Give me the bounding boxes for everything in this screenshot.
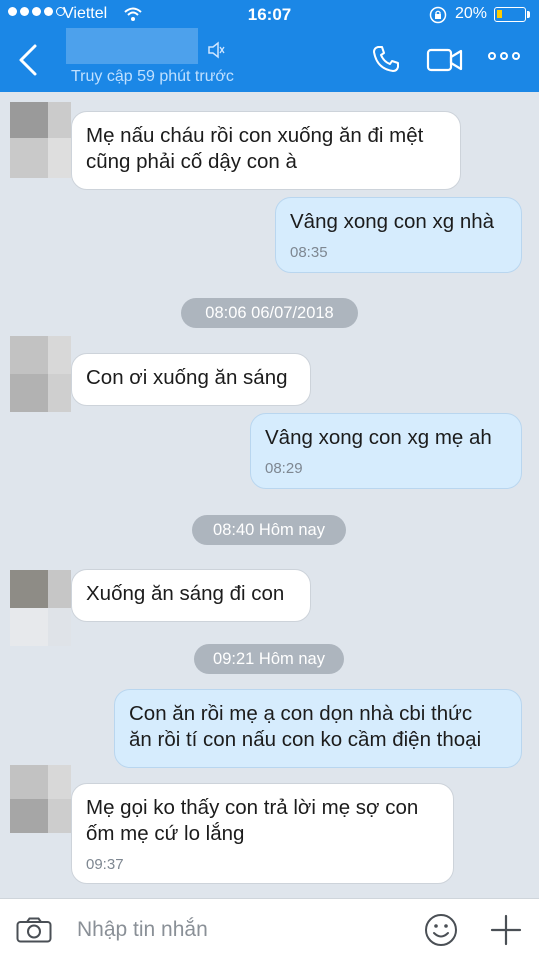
status-bar: Viettel 16:07 20%	[0, 0, 539, 30]
message-text: Vâng xong con xg mẹ ah	[265, 426, 492, 449]
back-arrow-icon[interactable]	[16, 42, 40, 78]
avatar[interactable]	[10, 765, 71, 841]
message-input[interactable]: Nhập tin nhắn	[77, 918, 208, 942]
date-separator: 09:21 Hôm nay	[194, 644, 344, 674]
mute-icon	[208, 41, 225, 59]
more-options-icon[interactable]	[488, 52, 520, 60]
plus-icon[interactable]	[489, 913, 523, 947]
message-text: Con ăn rồi mẹ ạ con dọn nhà cbi thức	[129, 702, 473, 725]
date-separator: 08:40 Hôm nay	[192, 515, 346, 545]
emoji-icon[interactable]	[424, 913, 458, 947]
message-bubble[interactable]: Mẹ nấu cháu rồi con xuống ăn đi mệt cũng…	[71, 111, 461, 190]
avatar[interactable]	[10, 336, 71, 412]
contact-name-redacted[interactable]	[66, 28, 198, 64]
battery-percent: 20%	[455, 5, 488, 22]
message-text: Mẹ gọi ko thấy con trả lời mẹ sợ con	[86, 796, 419, 819]
message-bubble[interactable]: Xuống ăn sáng đi con	[71, 569, 311, 622]
phone-call-icon[interactable]	[371, 44, 401, 74]
message-time: 09:37	[86, 856, 124, 873]
message-bubble[interactable]: Vâng xong con xg nhà 08:35	[275, 197, 522, 273]
avatar[interactable]	[10, 570, 71, 646]
message-bubble[interactable]: Con ơi xuống ăn sáng	[71, 353, 311, 406]
composer-bar: Nhập tin nhắn	[0, 898, 539, 960]
avatar[interactable]	[10, 102, 71, 178]
battery-level	[497, 10, 502, 18]
rotation-lock-icon	[429, 6, 447, 24]
video-call-icon[interactable]	[426, 46, 464, 74]
message-text: ốm mẹ cứ lo lắng	[86, 822, 245, 845]
message-text: ăn rồi tí con nấu con ko cầm điện thoại	[129, 728, 482, 751]
top-bar: Viettel 16:07 20% Truy cập 59 phút trước	[0, 0, 539, 92]
message-bubble[interactable]: Con ăn rồi mẹ ạ con dọn nhà cbi thức ăn …	[114, 689, 522, 768]
message-bubble[interactable]: Mẹ gọi ko thấy con trả lời mẹ sợ con ốm …	[71, 783, 454, 884]
camera-icon[interactable]	[16, 917, 52, 943]
message-text: Xuống ăn sáng đi con	[86, 582, 285, 605]
message-text: cũng phải cố dậy con à	[86, 150, 297, 173]
message-time: 08:35	[290, 244, 328, 261]
message-text: Vâng xong con xg nhà	[290, 210, 495, 233]
last-seen-status: Truy cập 59 phút trước	[71, 68, 234, 85]
battery-icon	[494, 7, 526, 22]
battery-tip	[527, 11, 530, 18]
message-text: Mẹ nấu cháu rồi con xuống ăn đi mệt	[86, 124, 424, 147]
date-separator: 08:06 06/07/2018	[181, 298, 358, 328]
message-text: Con ơi xuống ăn sáng	[86, 366, 288, 389]
message-bubble[interactable]: Vâng xong con xg mẹ ah 08:29	[250, 413, 522, 489]
message-time: 08:29	[265, 460, 303, 477]
